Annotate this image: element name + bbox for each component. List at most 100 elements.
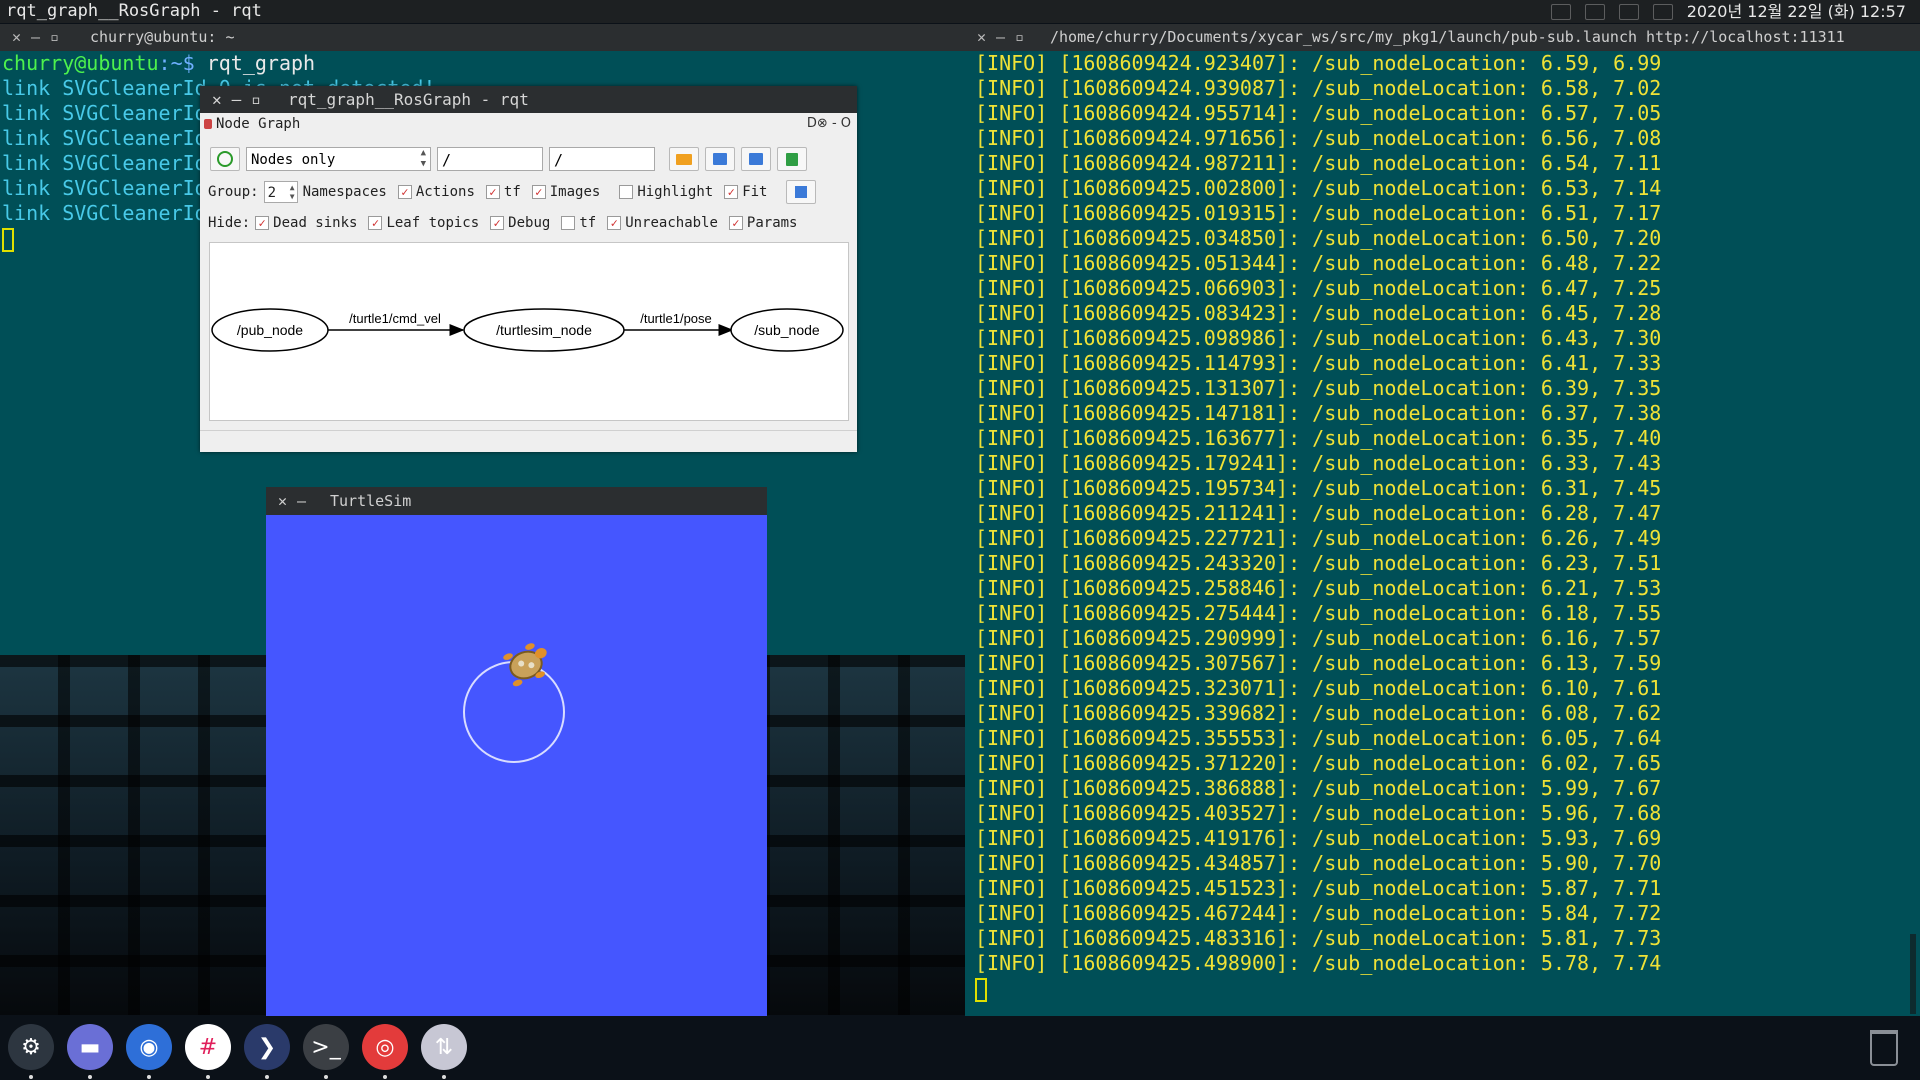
- right-terminal-window[interactable]: ✕–▫ /home/churry/Documents/xycar_ws/src/…: [965, 24, 1920, 1016]
- transfer-app-icon[interactable]: ⇅: [421, 1024, 467, 1070]
- graph-edge-cmd-vel[interactable]: /turtle1/cmd_vel: [328, 311, 465, 336]
- checkbox-mark: ✓: [490, 216, 505, 230]
- group-value: 2: [267, 185, 277, 201]
- log-line: [INFO] [1608609424.971656]: /sub_nodeLoc…: [975, 126, 1662, 150]
- graph-edge-label: /turtle1/cmd_vel: [349, 311, 441, 326]
- slack-app-icon[interactable]: #: [185, 1024, 231, 1070]
- topic-filter-input[interactable]: /: [549, 147, 655, 171]
- terminal-app-icon[interactable]: >_: [303, 1024, 349, 1070]
- files-app-icon[interactable]: ▬: [67, 1024, 113, 1070]
- checkbox-dead-sinks[interactable]: ✓ Dead sinks: [255, 215, 357, 231]
- checkbox-label: Actions: [415, 184, 475, 200]
- graph-canvas[interactable]: /pub_node /turtle1/cmd_vel /turtlesim_no…: [209, 242, 849, 421]
- right-terminal-titlebar[interactable]: ✕–▫ /home/churry/Documents/xycar_ws/src/…: [965, 24, 1920, 51]
- left-terminal-title: churry@ubuntu: ~: [90, 28, 235, 46]
- fit-view-button[interactable]: [786, 180, 817, 204]
- plugin-icon: [204, 119, 212, 129]
- log-line: [INFO] [1608609425.371220]: /sub_nodeLoc…: [975, 751, 1662, 775]
- window-controls[interactable]: ✕–: [278, 487, 316, 515]
- log-line: [INFO] [1608609424.955714]: /sub_nodeLoc…: [975, 101, 1662, 125]
- top-panel: rqt_graph__RosGraph - rqt 2020년 12월 22일 …: [0, 0, 1920, 23]
- ros-graph: /pub_node /turtle1/cmd_vel /turtlesim_no…: [211, 308, 844, 352]
- log-line: [INFO] [1608609425.179241]: /sub_nodeLoc…: [975, 451, 1662, 475]
- turtlesim-title: TurtleSim: [330, 492, 412, 510]
- checkbox-unreachable[interactable]: ✓ Unreachable: [607, 215, 718, 231]
- checkbox-label: tf: [503, 184, 521, 200]
- volume-icon[interactable]: [1652, 3, 1673, 20]
- namespace-filter-input[interactable]: /: [437, 147, 543, 171]
- checkbox-hide-tf[interactable]: tf: [561, 215, 596, 231]
- rqt-graph-window[interactable]: ✕–▫ rqt_graph__RosGraph - rqt Node Graph…: [200, 86, 857, 452]
- running-indicator: [265, 1075, 269, 1079]
- refresh-button[interactable]: [210, 147, 240, 171]
- folder-icon: [676, 153, 692, 165]
- chrome-app-icon[interactable]: ◉: [126, 1024, 172, 1070]
- graph-toolbar: Nodes only ▲ ▼ / /: [210, 146, 807, 172]
- checkbox-label: Leaf topics: [386, 215, 480, 231]
- checkbox-tf[interactable]: ✓ tf: [485, 184, 521, 200]
- prompt-line: churry@ubuntu:~$ rqt_graph: [2, 51, 435, 76]
- plugin-controls[interactable]: D⊗ - O: [807, 113, 851, 135]
- window-controls[interactable]: ✕–▫: [12, 24, 69, 51]
- load-dot-button[interactable]: [669, 147, 699, 171]
- graph-edge-pose[interactable]: /turtle1/pose: [624, 311, 734, 336]
- log-line: [INFO] [1608609425.339682]: /sub_nodeLoc…: [975, 701, 1662, 725]
- network-icon[interactable]: [1550, 3, 1571, 20]
- window-controls[interactable]: ✕–▫: [212, 86, 271, 113]
- log-line: [INFO] [1608609425.195734]: /sub_nodeLoc…: [975, 476, 1662, 500]
- window-controls[interactable]: ✕–▫: [977, 24, 1034, 51]
- turtlesim-window[interactable]: ✕– TurtleSim: [266, 487, 767, 1016]
- checkbox-fit[interactable]: ✓ Fit: [724, 184, 767, 200]
- checkbox-params[interactable]: ✓ Params: [728, 215, 797, 231]
- log-line: [INFO] [1608609424.939087]: /sub_nodeLoc…: [975, 76, 1662, 100]
- checkbox-label: Debug: [508, 215, 551, 231]
- prompt-path: :~$: [158, 51, 195, 75]
- graph-mode-value: Nodes only: [251, 152, 336, 168]
- clock[interactable]: 2020년 12월 22일 (화) 12:57: [1687, 0, 1906, 23]
- checkbox-leaf-topics[interactable]: ✓ Leaf topics: [368, 215, 479, 231]
- keyboard-icon[interactable]: [1584, 3, 1605, 20]
- graph-node-sub[interactable]: /sub_node: [730, 308, 844, 352]
- refresh-icon: [217, 151, 233, 167]
- save-svg-button[interactable]: [741, 147, 771, 171]
- graph-node-turtlesim[interactable]: /turtlesim_node: [463, 308, 625, 352]
- left-terminal-titlebar[interactable]: ✕–▫ churry@ubuntu: ~: [0, 24, 965, 51]
- checkbox-debug[interactable]: ✓ Debug: [490, 215, 550, 231]
- trash-icon[interactable]: [1870, 1030, 1898, 1066]
- terminal-cursor: [975, 977, 987, 1002]
- checkbox-highlight[interactable]: Highlight: [619, 184, 713, 200]
- checkbox-actions[interactable]: ✓ Actions: [397, 184, 475, 200]
- terminal-cursor: [2, 227, 14, 252]
- graph-node-label: /sub_node: [754, 322, 820, 338]
- display-icon[interactable]: [1618, 3, 1639, 20]
- settings-app-icon[interactable]: ⚙: [8, 1024, 54, 1070]
- terminal-scrollbar[interactable]: [1910, 934, 1916, 1014]
- prompt-user: churry@ubuntu: [2, 51, 159, 75]
- graph-options-row: Group: 2 ▲ ▼ Namespaces ✓ Actions ✓ tf ✓ Imag…: [208, 180, 817, 204]
- log-line: [INFO] [1608609425.019315]: /sub_nodeLoc…: [975, 201, 1662, 225]
- running-indicator: [324, 1075, 328, 1079]
- checkbox-label: Unreachable: [625, 215, 718, 231]
- rqt-titlebar[interactable]: ✕–▫ rqt_graph__RosGraph - rqt: [200, 86, 857, 113]
- log-line: [INFO] [1608609425.467244]: /sub_nodeLoc…: [975, 901, 1662, 925]
- fit-icon: [795, 186, 808, 198]
- checkbox-label: tf: [579, 215, 597, 231]
- save-image-button[interactable]: [777, 147, 807, 171]
- graph-mode-select[interactable]: Nodes only ▲ ▼: [246, 147, 431, 171]
- turtlesim-titlebar[interactable]: ✕– TurtleSim: [266, 487, 767, 515]
- graph-node-label: /turtlesim_node: [496, 322, 592, 338]
- log-line: [INFO] [1608609424.987211]: /sub_nodeLoc…: [975, 151, 1662, 175]
- ubuntu-app-icon[interactable]: ◎: [362, 1024, 408, 1070]
- running-indicator: [147, 1075, 151, 1079]
- checkbox-mark: [619, 185, 634, 199]
- checkbox-images[interactable]: ✓ Images: [531, 184, 600, 200]
- graph-node-pub[interactable]: /pub_node: [211, 308, 329, 352]
- rqt-status-bar: [200, 430, 857, 453]
- group-spinbox[interactable]: 2 ▲ ▼: [263, 181, 298, 203]
- log-line: [INFO] [1608609425.083423]: /sub_nodeLoc…: [975, 301, 1662, 325]
- vscode-app-icon[interactable]: ❯: [244, 1024, 290, 1070]
- download-icon: [749, 153, 763, 165]
- right-terminal-title: /home/churry/Documents/xycar_ws/src/my_p…: [1050, 28, 1845, 46]
- log-line: [INFO] [1608609425.227721]: /sub_nodeLoc…: [975, 526, 1662, 550]
- save-dot-button[interactable]: [705, 147, 735, 171]
